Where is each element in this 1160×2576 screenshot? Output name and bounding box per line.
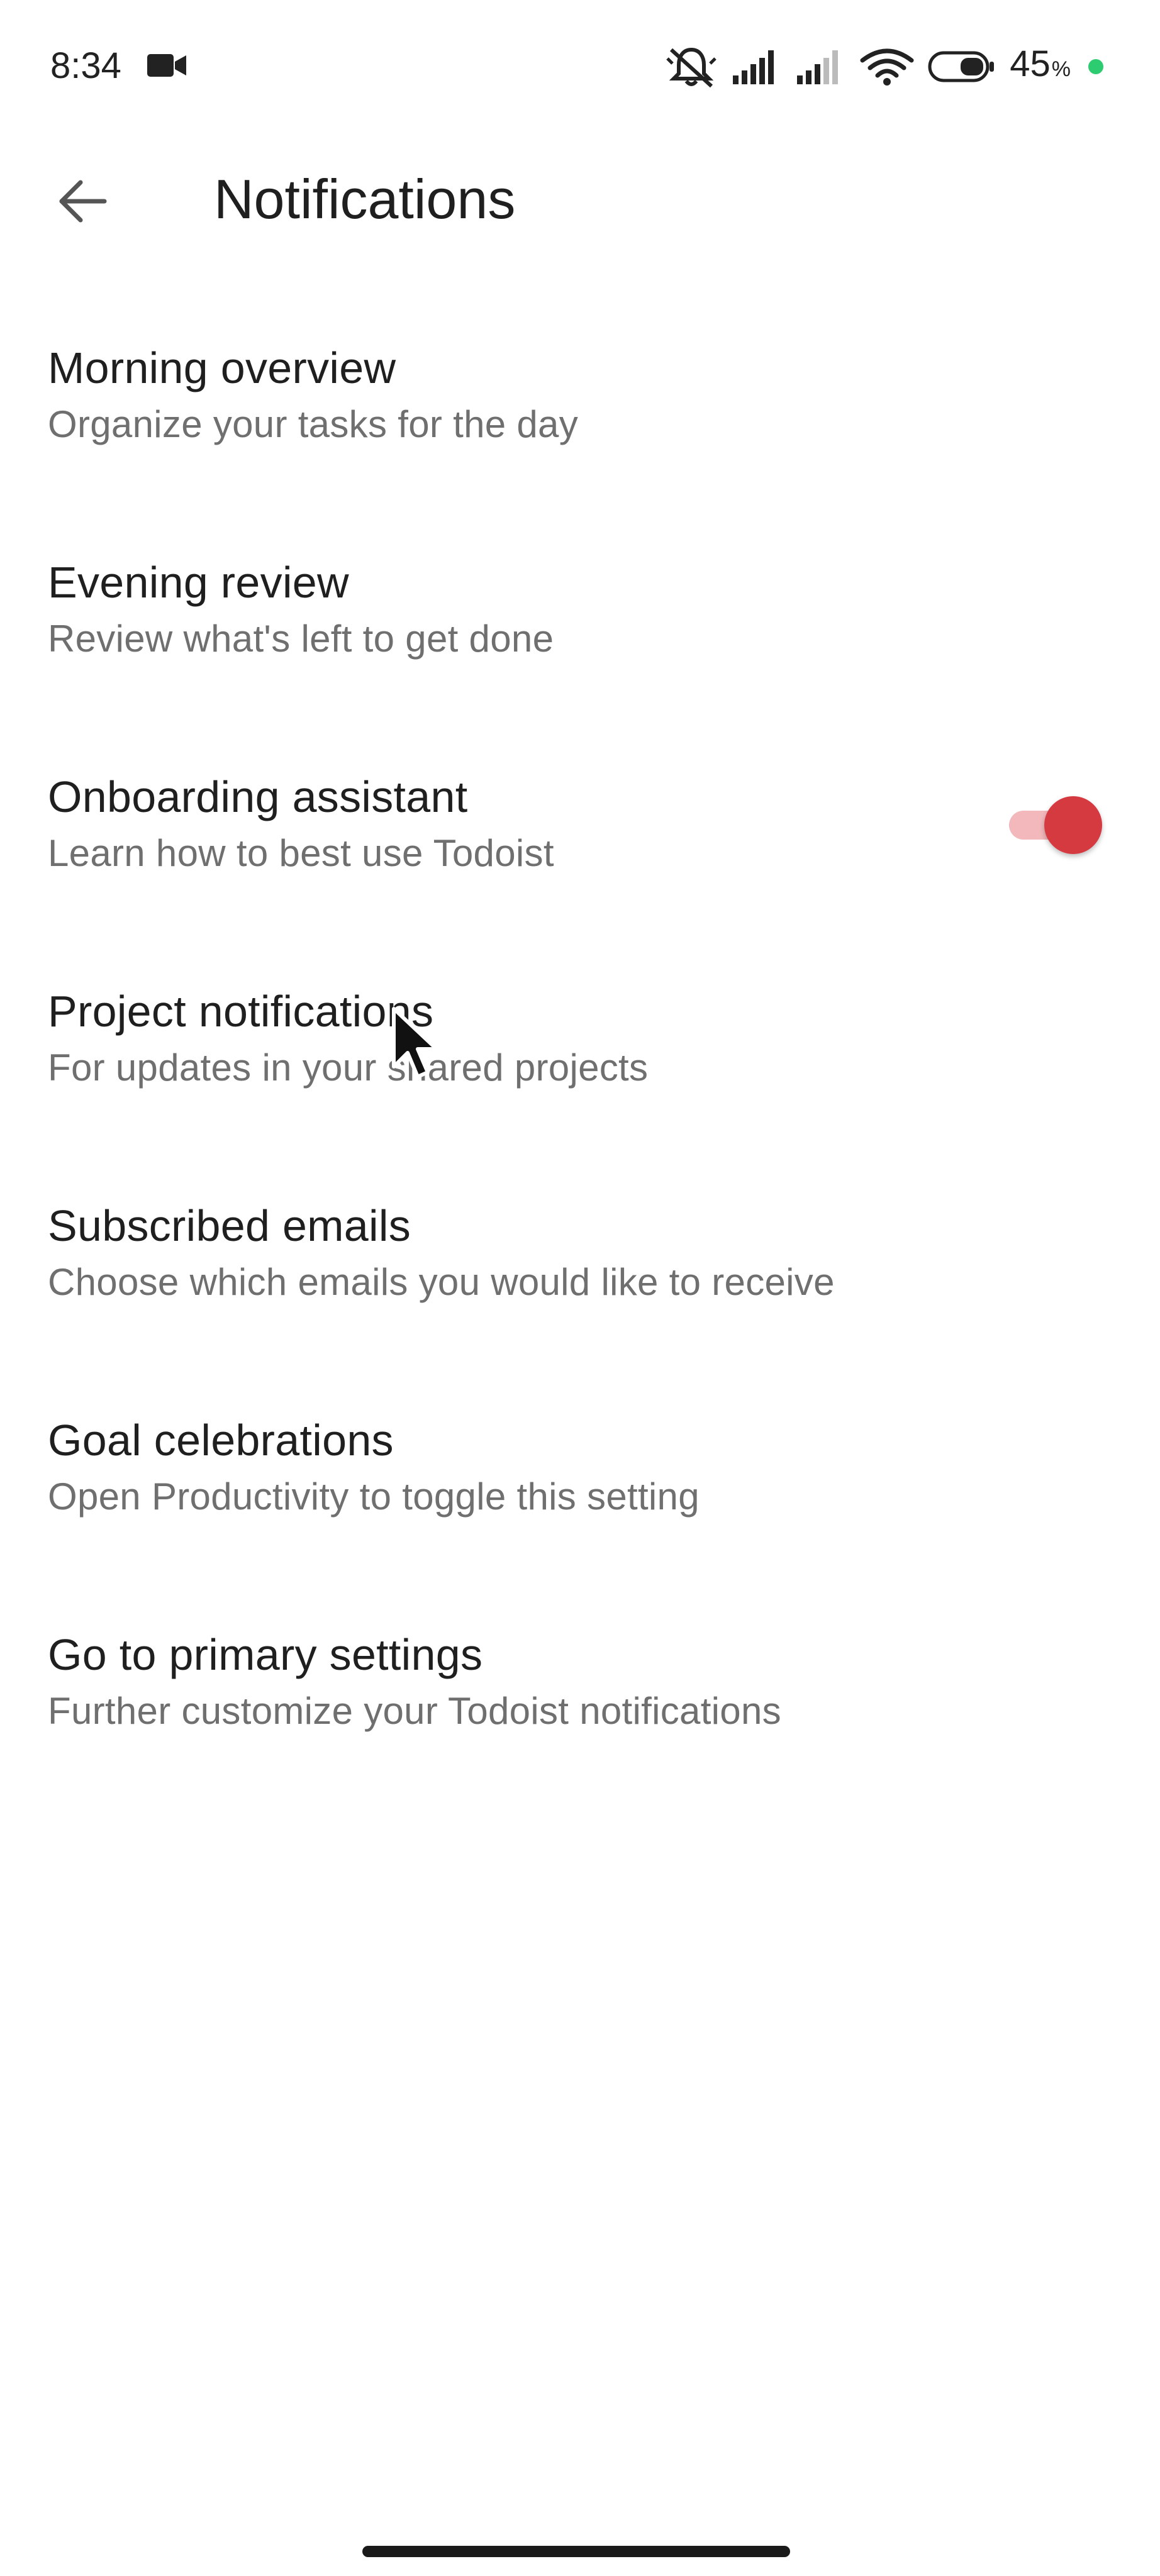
- setting-goal-celebrations[interactable]: Goal celebrations Open Productivity to t…: [0, 1387, 1160, 1601]
- bell-muted-icon: [666, 47, 717, 88]
- battery-percent: 45%: [1010, 42, 1071, 91]
- setting-title: Project notifications: [48, 987, 434, 1036]
- video-record-icon: [147, 54, 186, 77]
- onboarding-assistant-toggle[interactable]: [1009, 794, 1103, 857]
- setting-onboarding-assistant[interactable]: Onboarding assistant Learn how to best u…: [0, 743, 1160, 958]
- back-button[interactable]: [38, 157, 126, 245]
- setting-evening-review[interactable]: Evening review Review what's left to get…: [0, 529, 1160, 743]
- page-title: Notifications: [214, 168, 516, 230]
- status-time: 8:34: [50, 45, 121, 86]
- battery-icon: [928, 51, 995, 82]
- setting-subtitle: For updates in your shared projects: [48, 1046, 649, 1089]
- setting-subtitle: Choose which emails you would like to re…: [48, 1261, 835, 1303]
- status-icons: 45%: [665, 43, 1103, 91]
- setting-subtitle: Learn how to best use Todoist: [48, 832, 554, 874]
- setting-title: Goal celebrations: [48, 1416, 394, 1465]
- status-bar: 8:34 45 %: [0, 0, 1160, 132]
- app-bar: Notifications: [0, 132, 1160, 258]
- settings-list: Morning overview Organize your tasks for…: [0, 314, 1160, 1816]
- setting-subtitle: Open Productivity to toggle this setting: [48, 1475, 700, 1518]
- battery-percent-unit: %: [1051, 57, 1071, 81]
- toggle-thumb: [1044, 796, 1102, 854]
- setting-title: Evening review: [48, 558, 349, 607]
- setting-subtitle: Further customize your Todoist notificat…: [48, 1690, 781, 1732]
- mouse-cursor-icon: [392, 1007, 438, 1079]
- status-dot-icon: [1088, 59, 1103, 74]
- setting-subtitle: Review what's left to get done: [48, 618, 554, 660]
- signal-icon: [733, 50, 774, 84]
- wifi-icon: [860, 48, 914, 86]
- setting-subtitle: Organize your tasks for the day: [48, 403, 579, 445]
- arrow-left-icon: [59, 180, 107, 223]
- setting-title: Onboarding assistant: [48, 772, 468, 821]
- home-indicator[interactable]: [362, 2546, 790, 2557]
- battery-percent-value: 45: [1010, 43, 1051, 84]
- setting-subscribed-emails[interactable]: Subscribed emails Choose which emails yo…: [0, 1172, 1160, 1387]
- setting-title: Morning overview: [48, 343, 396, 392]
- setting-title: Go to primary settings: [48, 1630, 483, 1679]
- setting-project-notifications[interactable]: Project notifications For updates in you…: [0, 958, 1160, 1172]
- signal-icon: [797, 50, 839, 84]
- setting-morning-overview[interactable]: Morning overview Organize your tasks for…: [0, 314, 1160, 529]
- setting-go-to-primary-settings[interactable]: Go to primary settings Further customize…: [0, 1601, 1160, 1816]
- setting-title: Subscribed emails: [48, 1201, 411, 1250]
